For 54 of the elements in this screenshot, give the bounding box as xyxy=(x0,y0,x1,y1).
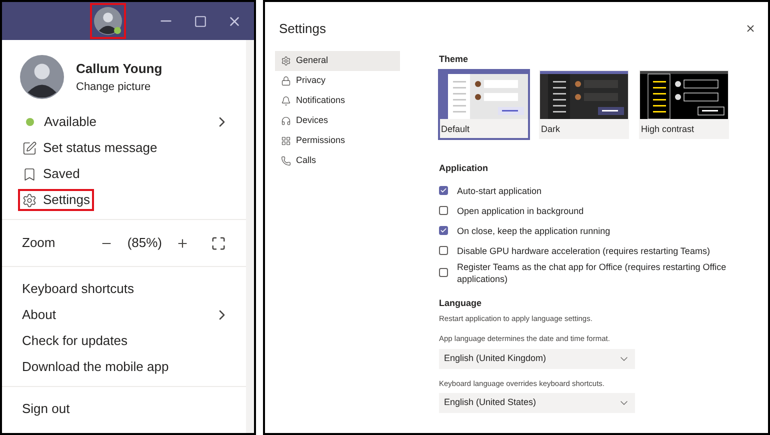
menu-item[interactable]: Keyboard shortcuts xyxy=(22,279,134,299)
zoom-in-icon[interactable] xyxy=(176,236,189,250)
profile-button[interactable] xyxy=(90,3,126,39)
menu-item[interactable]: Saved xyxy=(18,163,84,185)
zoom-value: (85%) xyxy=(127,234,162,252)
settings-icon xyxy=(281,56,291,66)
close-icon[interactable] xyxy=(745,23,756,34)
menu-item[interactable]: Settings xyxy=(18,189,94,211)
menu-item[interactable]: Download the mobile app xyxy=(22,357,169,377)
checkbox[interactable] xyxy=(439,186,448,195)
change-picture-link[interactable]: Change picture xyxy=(76,78,162,95)
nav-item[interactable]: Calls xyxy=(275,150,400,170)
menu-item[interactable]: Available xyxy=(18,111,101,133)
menu-item[interactable]: Set status message xyxy=(18,137,162,159)
section-heading: Theme xyxy=(439,52,470,66)
checkbox-label: Register Teams as the chat app for Office (requires restarting Office applications) xyxy=(457,260,728,284)
avatar-icon xyxy=(94,7,122,35)
nav-item[interactable]: Devices xyxy=(275,110,400,130)
checkbox-label: Disable GPU hardware acceleration (requires restarting Teams) xyxy=(457,244,710,256)
section-heading: Language xyxy=(439,296,483,310)
bookmark-icon xyxy=(22,166,37,182)
checkbox[interactable] xyxy=(439,268,448,277)
zoom-label: Zoom xyxy=(22,234,56,252)
fullscreen-icon[interactable] xyxy=(211,236,226,250)
checkbox-label: Auto-start application xyxy=(457,184,542,196)
edit-icon xyxy=(22,140,37,156)
grid-icon xyxy=(281,136,291,146)
theme-option[interactable]: High contrast xyxy=(639,70,729,139)
nav-item[interactable]: Privacy xyxy=(275,70,400,90)
theme-option[interactable]: Dark xyxy=(539,70,629,139)
checkbox[interactable] xyxy=(439,226,448,235)
menu-item[interactable]: About xyxy=(22,305,56,325)
user-name: Callum Young xyxy=(76,60,162,78)
maximize-icon[interactable] xyxy=(194,14,207,28)
language-dropdown[interactable]: English (United States) xyxy=(439,392,635,413)
checkbox[interactable] xyxy=(439,246,448,255)
menu-item[interactable]: Check for updates xyxy=(22,331,128,351)
checkbox[interactable] xyxy=(439,206,448,215)
lock-icon xyxy=(281,76,291,86)
phone-icon xyxy=(281,156,291,166)
nav-item[interactable]: Permissions xyxy=(275,130,400,150)
theme-option[interactable]: Default xyxy=(439,70,529,139)
nav-item[interactable]: Notifications xyxy=(275,90,400,110)
settings-icon xyxy=(22,192,37,208)
language-dropdown[interactable]: English (United Kingdom) xyxy=(439,348,635,368)
checkbox-label: On close, keep the application running xyxy=(457,224,610,236)
sign-out-item[interactable]: Sign out xyxy=(22,399,70,419)
dialog-title: Settings xyxy=(279,20,326,38)
nav-item[interactable]: General xyxy=(275,50,400,70)
section-heading: Application xyxy=(439,162,489,175)
headset-icon xyxy=(281,116,291,126)
bell-icon xyxy=(281,96,291,106)
avatar-icon xyxy=(20,55,64,99)
checkbox-label: Open application in background xyxy=(457,204,584,216)
